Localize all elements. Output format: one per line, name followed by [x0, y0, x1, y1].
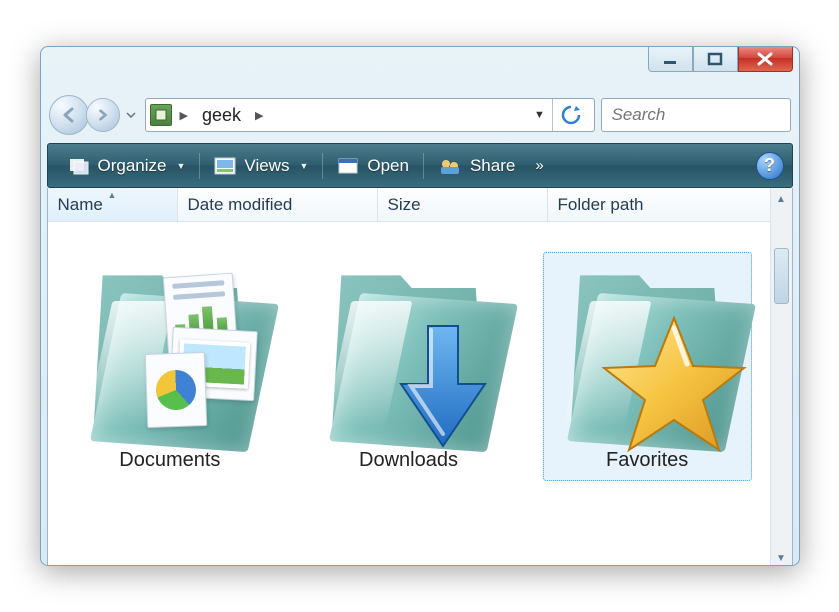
download-arrow-icon — [383, 316, 503, 459]
organize-icon — [68, 156, 90, 176]
nav-arrows — [49, 95, 139, 135]
breadcrumb-current[interactable]: geek — [196, 105, 247, 126]
column-name[interactable]: ▲ Name — [48, 188, 178, 221]
folder-item-downloads[interactable]: Downloads — [304, 252, 513, 481]
location-icon — [150, 104, 172, 126]
column-path-label: Folder path — [558, 195, 644, 215]
close-button[interactable] — [738, 47, 793, 72]
folder-item-favorites[interactable]: Favorites — [543, 252, 752, 481]
folder-icon — [567, 261, 727, 441]
maximize-icon — [707, 52, 723, 66]
folder-icon — [90, 261, 250, 441]
star-icon — [599, 310, 749, 463]
back-button[interactable] — [49, 95, 89, 135]
views-button[interactable]: Views ▼ — [202, 144, 320, 187]
column-size-label: Size — [388, 195, 421, 215]
documents-overlay-icon — [156, 271, 256, 421]
folder-icon — [329, 261, 489, 441]
close-icon — [756, 52, 774, 66]
forward-arrow-icon — [96, 108, 110, 122]
breadcrumb-separator-icon: ▶ — [176, 109, 192, 122]
folder-item-documents[interactable]: Documents — [66, 252, 275, 481]
open-button[interactable]: Open — [325, 144, 421, 187]
column-folder-path[interactable]: Folder path — [548, 188, 770, 221]
column-headers: ▲ Name Date modified Size Folder path — [48, 188, 770, 222]
scroll-track[interactable] — [771, 210, 792, 547]
organize-label: Organize — [98, 156, 167, 176]
address-bar[interactable]: ▶ geek ▶ ▼ — [145, 98, 595, 132]
back-arrow-icon — [60, 106, 78, 124]
address-dropdown[interactable]: ▼ — [532, 109, 548, 121]
help-icon: ? — [764, 155, 775, 176]
open-label: Open — [367, 156, 409, 176]
search-input[interactable] — [612, 105, 780, 125]
refresh-button[interactable] — [552, 99, 590, 131]
views-label: Views — [244, 156, 289, 176]
command-bar: Organize ▼ Views ▼ Open Share » — [47, 143, 793, 188]
content-area: ▲ Name Date modified Size Folder path — [47, 188, 793, 566]
open-icon — [337, 157, 359, 175]
chevron-down-icon: ▼ — [176, 161, 185, 171]
minimize-icon — [662, 53, 678, 65]
maximize-button[interactable] — [693, 47, 738, 72]
organize-button[interactable]: Organize ▼ — [56, 144, 198, 187]
share-icon — [438, 157, 462, 175]
refresh-icon — [560, 104, 582, 126]
scroll-up-icon[interactable]: ▲ — [771, 188, 792, 210]
column-size[interactable]: Size — [378, 188, 548, 221]
share-button[interactable]: Share — [426, 144, 527, 187]
file-list: Documents — [48, 222, 770, 511]
forward-button[interactable] — [86, 98, 120, 132]
column-name-label: Name — [58, 195, 103, 215]
column-date-modified[interactable]: Date modified — [178, 188, 378, 221]
scroll-thumb[interactable] — [774, 248, 789, 304]
nav-history-dropdown[interactable] — [123, 101, 139, 129]
chevron-down-icon: ▼ — [299, 161, 308, 171]
help-button[interactable]: ? — [756, 152, 784, 180]
chevron-down-icon — [126, 112, 136, 118]
share-label: Share — [470, 156, 515, 176]
toolbar-overflow[interactable]: » — [527, 157, 551, 174]
explorer-window: ▶ geek ▶ ▼ Organize ▼ — [40, 46, 800, 566]
window-controls — [648, 47, 793, 72]
minimize-button[interactable] — [648, 47, 693, 72]
scroll-down-icon[interactable]: ▼ — [771, 547, 792, 566]
folder-label: Documents — [119, 449, 220, 472]
breadcrumb-separator-icon[interactable]: ▶ — [251, 109, 267, 122]
sort-asc-icon: ▲ — [108, 190, 117, 200]
views-icon — [214, 157, 236, 175]
vertical-scrollbar[interactable]: ▲ ▼ — [770, 188, 792, 566]
search-box[interactable] — [601, 98, 791, 132]
column-date-label: Date modified — [188, 195, 293, 215]
nav-row: ▶ geek ▶ ▼ — [47, 95, 793, 135]
